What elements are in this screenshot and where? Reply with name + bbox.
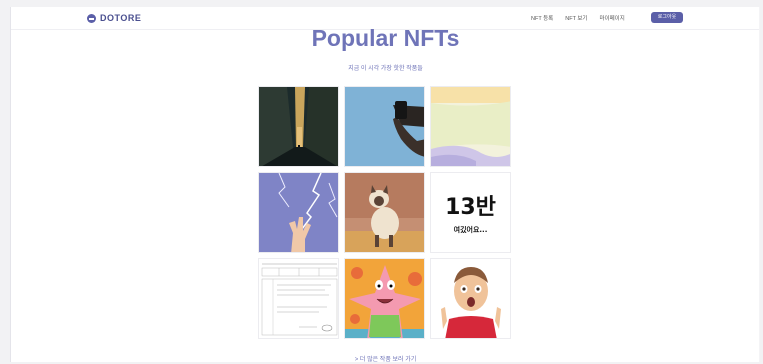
patrick-star-image xyxy=(345,259,424,338)
logo-text: DOTORE xyxy=(100,13,142,23)
nft-tile-lightning[interactable] xyxy=(258,172,339,253)
siamese-cat-image xyxy=(345,173,424,252)
hand-phone-image xyxy=(345,87,424,166)
document-form-image xyxy=(259,259,338,338)
browser-page: DOTORE NFT 등록 NFT 보기 마이페이지 로그아웃 Popular … xyxy=(10,7,760,362)
more-works-link[interactable]: > 더 많은 작품 보러 가기 xyxy=(11,354,760,362)
surprised-kid-image xyxy=(431,259,510,338)
nav-link-register[interactable]: NFT 등록 xyxy=(531,14,553,22)
nav-links: NFT 등록 NFT 보기 마이페이지 xyxy=(531,14,625,22)
nav-link-mypage[interactable]: 마이페이지 xyxy=(600,14,625,22)
scrollbar[interactable] xyxy=(759,7,760,362)
13ban-subtitle: 여깄어요... xyxy=(453,226,488,234)
nft-tile-patrick[interactable] xyxy=(344,258,425,339)
nft-tile-kid[interactable] xyxy=(430,258,511,339)
nft-tile-cat[interactable] xyxy=(344,172,425,253)
nft-tile-document[interactable] xyxy=(258,258,339,339)
nft-grid: 13반 여깄어요... xyxy=(258,86,512,340)
nft-tile-alley[interactable] xyxy=(258,86,339,167)
alley-street-image xyxy=(259,87,338,166)
nft-tile-pastel[interactable] xyxy=(430,86,511,167)
logo[interactable]: DOTORE xyxy=(87,12,141,24)
nft-tile-13ban[interactable]: 13반 여깄어요... xyxy=(430,172,511,253)
nav-link-view[interactable]: NFT 보기 xyxy=(565,14,587,22)
pastel-abstract-image xyxy=(431,87,510,166)
nft-tile-hand-phone[interactable] xyxy=(344,86,425,167)
13ban-title: 13반 xyxy=(445,195,496,220)
lightning-hand-image xyxy=(259,173,338,252)
page-title: Popular NFTs xyxy=(311,25,460,51)
acorn-logo-icon xyxy=(87,13,96,23)
page-subtitle: 지금 이 시각 가장 핫한 작품들 xyxy=(348,66,423,72)
logout-button[interactable]: 로그아웃 xyxy=(651,12,683,23)
